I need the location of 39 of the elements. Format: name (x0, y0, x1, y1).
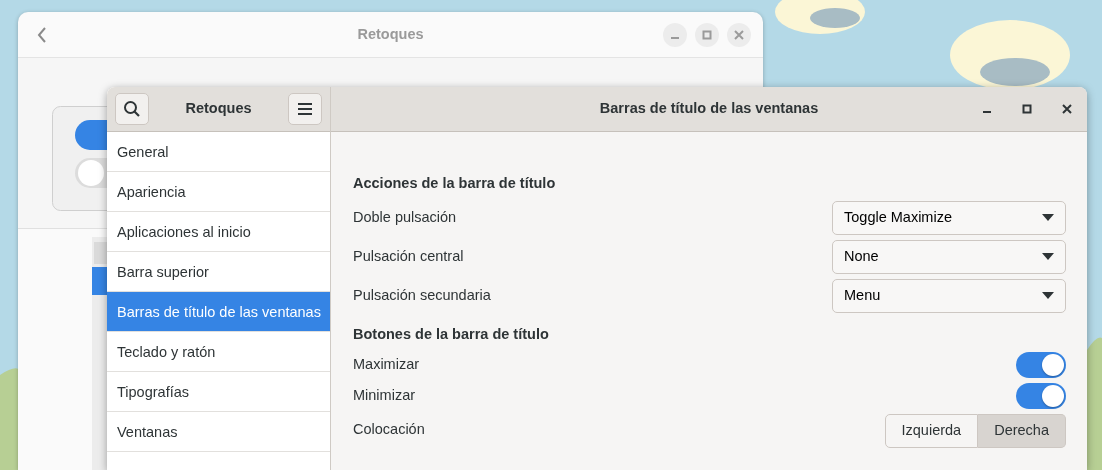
setting-label: Doble pulsación (353, 207, 457, 227)
dropdown[interactable]: Toggle Maximize (832, 200, 1066, 235)
toggle-switch[interactable] (1016, 382, 1066, 409)
sidebar-item[interactable]: Tipografías (107, 372, 330, 412)
caret-down-icon (1042, 253, 1054, 260)
caret-down-icon (1042, 292, 1054, 299)
sidebar-item[interactable]: Aplicaciones al inicio (107, 212, 330, 252)
toggle-switch[interactable] (1016, 351, 1066, 378)
window-title: Retoques (357, 24, 424, 44)
chevron-left-icon (36, 26, 48, 43)
close-icon (734, 29, 744, 40)
sidebar-item[interactable]: Apariencia (107, 172, 330, 212)
sidebar-item[interactable]: General (107, 132, 330, 172)
maximize-icon (702, 29, 712, 40)
segment-button[interactable]: Derecha (978, 414, 1066, 448)
section-heading: Botones de la barra de título (353, 325, 550, 345)
menu-button[interactable] (288, 93, 322, 125)
sidebar-item[interactable]: Teclado y ratón (107, 332, 330, 372)
section-heading: Acciones de la barra de título (353, 174, 557, 194)
minimize-icon (671, 36, 679, 39)
minimize-icon (983, 111, 991, 113)
setting-label: Pulsación secundaria (353, 285, 491, 305)
window-title: Barras de título de las ventanas (599, 99, 819, 119)
close-icon (1062, 104, 1072, 114)
setting-label: Maximizar (353, 354, 420, 374)
search-button[interactable] (115, 93, 149, 125)
sidebar-item[interactable]: Ventanas (107, 412, 330, 452)
menu-icon (297, 102, 313, 116)
caret-down-icon (1042, 214, 1054, 221)
maximize-icon (1022, 104, 1032, 114)
search-icon (123, 100, 141, 118)
setting-label: Colocación (353, 419, 425, 439)
dropdown[interactable]: None (832, 239, 1066, 274)
sidebar-item[interactable]: Barras de título de las ventanas (107, 292, 330, 332)
setting-label: Minimizar (353, 385, 416, 405)
sidebar-title: Retoques (185, 99, 252, 119)
segment-button[interactable]: Izquierda (884, 414, 979, 448)
dropdown[interactable]: Menu (832, 278, 1066, 313)
setting-label: Pulsación central (353, 246, 464, 266)
